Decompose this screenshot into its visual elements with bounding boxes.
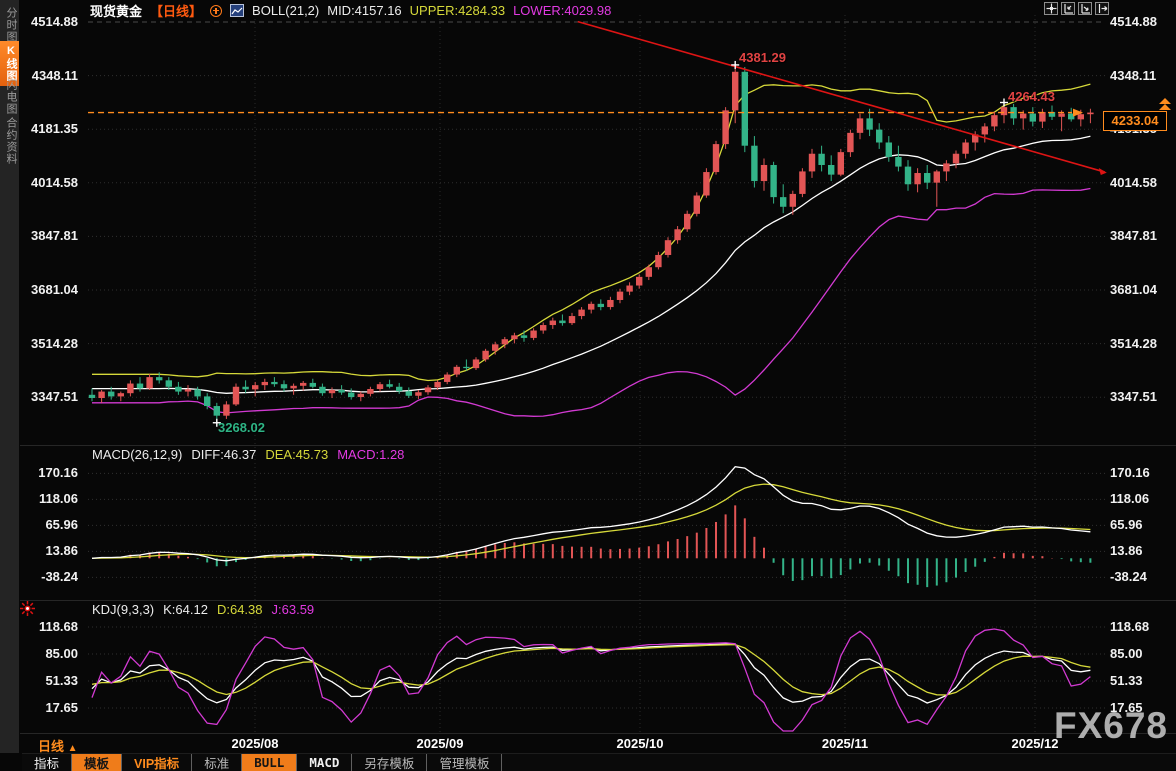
- watermark: FX678: [1054, 705, 1168, 747]
- macd-macd-value: MACD:1.28: [337, 447, 404, 462]
- last-price-box[interactable]: 4233.04: [1103, 111, 1167, 131]
- toolbar-item-templates[interactable]: 模板: [72, 754, 122, 771]
- kdj-j-value: J:63.59: [272, 602, 315, 617]
- toolbar-item-manage-template[interactable]: 管理模板: [427, 754, 502, 771]
- boll-upper-value: UPPER:4284.33: [410, 3, 505, 18]
- macd-header: MACD(26,12,9) DIFF:46.37 DEA:45.73 MACD:…: [92, 447, 404, 462]
- peak-price-annotation: 4381.29: [739, 50, 786, 65]
- chart-canvas[interactable]: [0, 0, 1176, 771]
- kdj-k-value: K:64.12: [163, 602, 208, 617]
- kdj-title: KDJ(9,3,3): [92, 602, 154, 617]
- trading-app-window: 4514.884514.884348.114348.114181.354181.…: [0, 0, 1176, 771]
- shift-right-icon[interactable]: [1095, 2, 1109, 15]
- bottom-toolbar: 指标 模板 VIP指标 标准 BULL MACD 另存模板 管理模板: [22, 753, 1176, 771]
- swing-high-annotation: 4264.43: [1008, 89, 1055, 104]
- macd-diff-value: DIFF:46.37: [191, 447, 256, 462]
- sidebar-item-contract-info[interactable]: 合约资料: [0, 113, 19, 169]
- toolbar-item-bull[interactable]: BULL: [242, 754, 297, 771]
- chart-type-sidebar: 分时图 K线图 闪电图 合约资料: [0, 0, 19, 753]
- toolbar-item-save-template[interactable]: 另存模板: [352, 754, 427, 771]
- macd-dea-value: DEA:45.73: [265, 447, 328, 462]
- toolbar-item-vip-indicators[interactable]: VIP指标: [122, 754, 192, 771]
- mini-chart-icon: [230, 4, 244, 17]
- chart-tools: [1044, 2, 1109, 15]
- kdj-d-value: D:64.38: [217, 602, 263, 617]
- boll-mid-value: MID:4157.16: [327, 3, 401, 18]
- compress-right-icon[interactable]: [1078, 2, 1092, 15]
- kdj-header: KDJ(9,3,3) K:64.12 D:64.38 J:63.59: [92, 602, 314, 617]
- period-tag: 【日线】: [150, 1, 202, 20]
- period-selector-label: 日线: [38, 739, 64, 754]
- compress-left-icon[interactable]: [1061, 2, 1075, 15]
- low-price-annotation: 3268.02: [218, 420, 265, 435]
- move-tool-icon[interactable]: [1044, 2, 1058, 15]
- toolbar-item-standard[interactable]: 标准: [192, 754, 242, 771]
- boll-label: BOLL(21,2): [252, 3, 319, 18]
- boll-lower-value: LOWER:4029.98: [513, 3, 611, 18]
- macd-title: MACD(26,12,9): [92, 447, 182, 462]
- symbol-name: 现货黄金: [90, 1, 142, 20]
- plus-circle-icon[interactable]: [210, 5, 222, 17]
- chart-header: 现货黄金 【日线】 BOLL(21,2) MID:4157.16 UPPER:4…: [90, 3, 611, 18]
- double-chevron-up-icon[interactable]: [1157, 96, 1173, 112]
- toolbar-item-indicators[interactable]: 指标: [22, 754, 72, 771]
- toolbar-item-macd[interactable]: MACD: [297, 754, 352, 771]
- sun-marker-icon[interactable]: [19, 600, 36, 617]
